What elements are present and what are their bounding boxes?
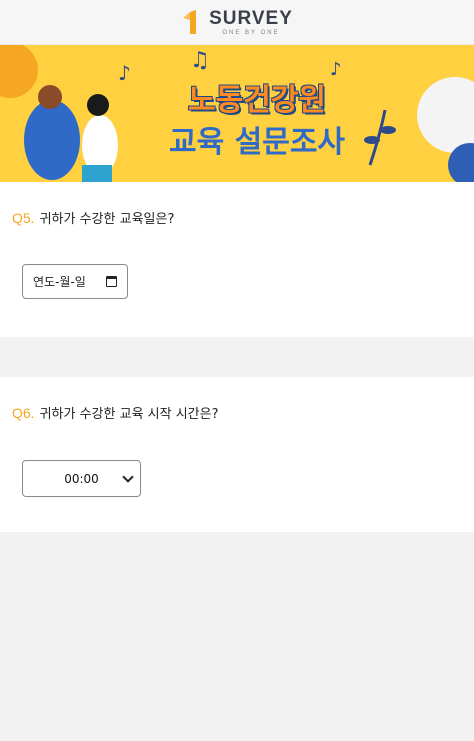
question-q5: Q5. 귀하가 수강한 교육일은? bbox=[12, 208, 174, 227]
section-divider bbox=[0, 337, 474, 377]
brand-tagline: ONE BY ONE bbox=[222, 29, 280, 36]
question-number: Q5. bbox=[12, 210, 35, 226]
calendar-icon[interactable] bbox=[106, 276, 117, 287]
question-card-q5: Q5. 귀하가 수강한 교육일은? 연도-월-일 bbox=[0, 182, 474, 337]
question-number: Q6. bbox=[12, 405, 35, 421]
question-card-q6: Q6. 귀하가 수강한 교육 시작 시간은? 00:00 bbox=[0, 377, 474, 532]
date-placeholder: 연도-월-일 bbox=[33, 275, 86, 289]
banner-title-line1: 노동건강원 bbox=[188, 83, 326, 118]
time-select[interactable]: 00:00 bbox=[22, 460, 141, 497]
question-q6: Q6. 귀하가 수강한 교육 시작 시간은? bbox=[12, 403, 219, 422]
brand-name: SURVEY bbox=[209, 7, 293, 29]
survey-banner: ♫ ♪ ♪ 노동건강원 교육 설문조사 bbox=[0, 45, 474, 182]
banner-title-line2: 교육 설문조사 bbox=[168, 125, 346, 160]
app-header: SURVEY ONE BY ONE bbox=[0, 0, 474, 45]
chevron-down-icon bbox=[122, 471, 134, 483]
time-selected-value: 00:00 bbox=[64, 471, 99, 486]
question-text: 귀하가 수강한 교육 시작 시간은? bbox=[39, 407, 219, 422]
question-text: 귀하가 수강한 교육일은? bbox=[39, 212, 175, 227]
date-input[interactable]: 연도-월-일 bbox=[22, 264, 128, 299]
logo-one-icon bbox=[183, 10, 197, 34]
survey-logo: SURVEY ONE BY ONE bbox=[181, 8, 293, 36]
svg-text:♫: ♫ bbox=[190, 48, 210, 73]
